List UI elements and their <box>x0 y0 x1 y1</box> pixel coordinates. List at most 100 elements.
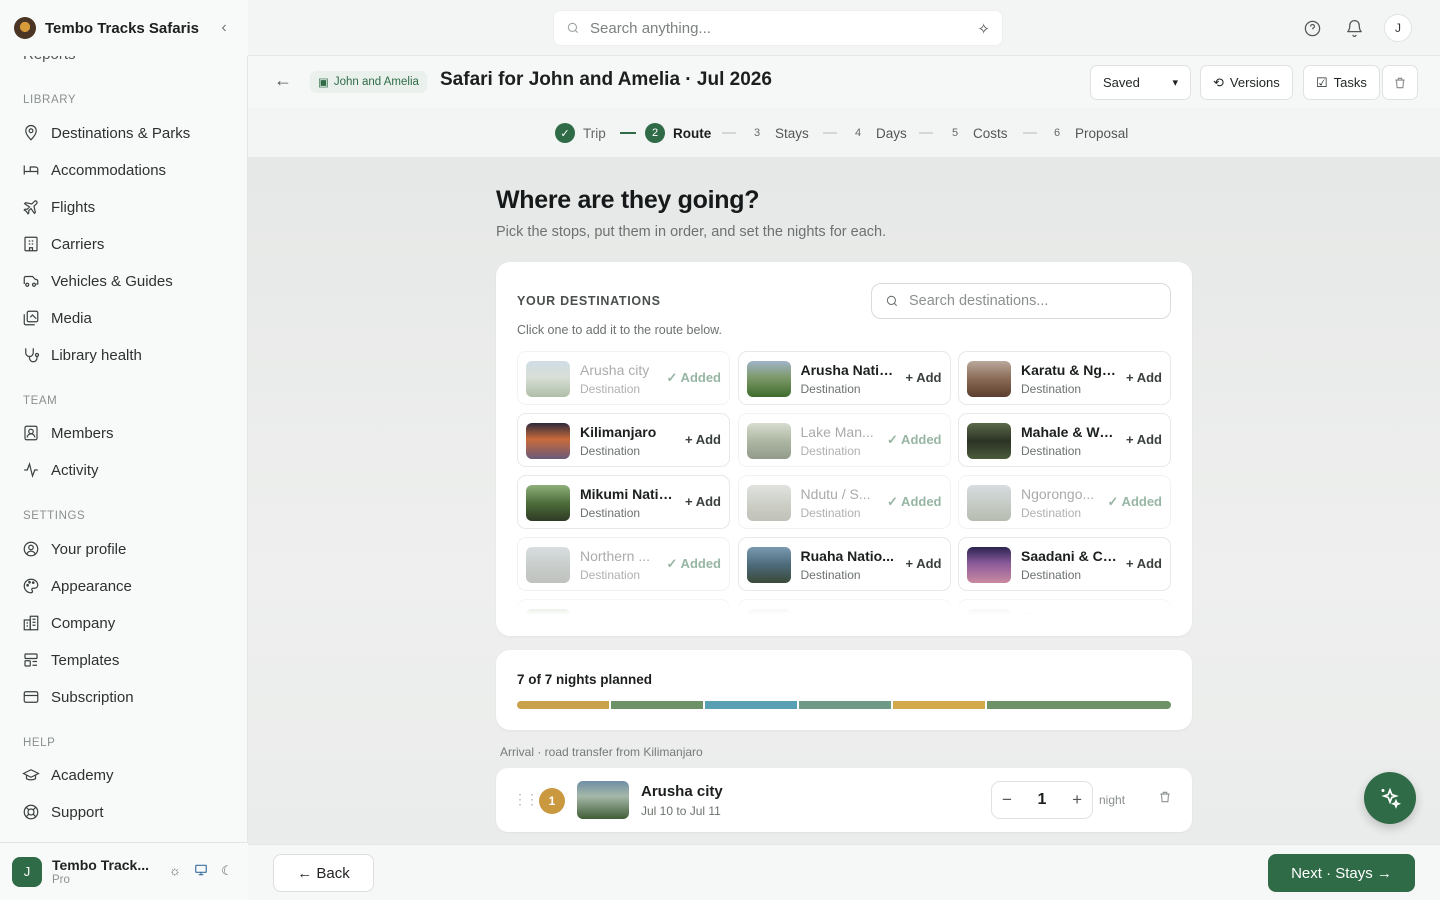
destination-name: Lake Man... <box>800 424 874 440</box>
sidebar-item-media[interactable]: Media <box>22 303 232 333</box>
bed-icon <box>23 165 39 175</box>
search-icon <box>886 295 898 307</box>
destination-tile[interactable]: Ruaha Natio... Destination + Add <box>737 537 951 591</box>
client-name: John and Amelia <box>333 76 419 88</box>
sidebar-item-profile[interactable]: Your profile <box>22 534 232 564</box>
nights-value[interactable]: 1 <box>1038 791 1047 809</box>
destination-thumbnail <box>526 485 570 521</box>
sidebar-item-templates[interactable]: Templates <box>22 645 232 675</box>
add-destination-button[interactable]: + Add <box>685 494 721 509</box>
ai-sparkle-icon[interactable]: ✧ <box>977 20 990 38</box>
bell-icon[interactable] <box>1342 16 1366 40</box>
step-connector <box>722 132 736 134</box>
sidebar-item-members[interactable]: Members <box>22 418 232 448</box>
sidebar-item-support[interactable]: Support <box>22 797 232 827</box>
ai-assistant-button[interactable] <box>1364 772 1416 824</box>
avatar[interactable]: J <box>1384 14 1412 42</box>
destination-thumbnail <box>967 361 1011 397</box>
step-label: Costs <box>973 125 1008 141</box>
nights-segment <box>705 701 797 709</box>
sidebar-nav[interactable]: Reports LIBRARY Destinations & Parks Acc… <box>0 38 248 844</box>
sidebar-item-appearance[interactable]: Appearance <box>22 571 232 601</box>
add-destination-button[interactable]: + Add <box>906 370 942 385</box>
destination-type: Destination <box>1021 444 1082 458</box>
destination-tile[interactable]: Karatu & Ngo... Destination + Add <box>958 351 1171 405</box>
back-arrow-icon[interactable]: ← <box>274 70 292 91</box>
sidebar-item-academy[interactable]: Academy <box>22 760 232 790</box>
step-proposal[interactable]: 6 Proposal <box>1047 122 1128 144</box>
destination-search-input[interactable] <box>909 293 1149 309</box>
step-number: 3 <box>753 127 761 139</box>
destination-tile[interactable]: Lake Man... Destination ✓ Added <box>737 413 951 467</box>
destination-tile[interactable]: Northern ... Destination ✓ Added <box>517 537 730 591</box>
next-button[interactable]: Next · Stays → <box>1268 854 1415 892</box>
destination-tile[interactable]: Arusha city Destination ✓ Added <box>517 351 730 405</box>
add-destination-button[interactable]: + Add <box>1126 370 1162 385</box>
route-stop[interactable]: ⋮⋮ 1 Arusha city Jul 10 to Jul 11 − 1 + … <box>496 768 1192 832</box>
destination-tile[interactable]: Kilimanjaro Destination + Add <box>517 413 730 467</box>
user-menu[interactable]: J Tembo Track... Pro ☼ ☾ <box>0 842 248 900</box>
destination-name: Ndutu / S... <box>800 486 871 502</box>
plus-icon[interactable]: + <box>1072 790 1082 810</box>
trash-icon[interactable] <box>1158 790 1172 809</box>
step-costs[interactable]: 5 Costs <box>945 122 1008 144</box>
stethoscope-icon <box>25 348 40 363</box>
minus-icon[interactable]: − <box>1002 790 1012 810</box>
sidebar-item-flights[interactable]: Flights <box>22 192 232 222</box>
nights-stepper[interactable]: − 1 + <box>991 781 1093 819</box>
destination-tile[interactable]: Ndutu / S... Destination ✓ Added <box>737 475 951 529</box>
destination-tile[interactable]: Mikumi Natio... Destination + Add <box>517 475 730 529</box>
monitor-icon[interactable] <box>192 863 210 880</box>
trash-icon <box>1395 77 1405 88</box>
destination-tile[interactable]: Mahale & We... Destination + Add <box>958 413 1171 467</box>
help-icon[interactable] <box>1300 16 1324 40</box>
avatar: J <box>12 856 42 887</box>
global-search[interactable]: ✧ <box>553 10 1003 46</box>
add-destination-button[interactable]: + Add <box>1126 432 1162 447</box>
step-stays[interactable]: 3 Stays <box>747 122 809 144</box>
destination-tile[interactable]: Arusha Natio... Destination + Add <box>737 351 951 405</box>
sidebar-item-company[interactable]: Company <box>22 608 232 638</box>
step-label: Route <box>673 125 712 141</box>
sun-icon[interactable]: ☼ <box>166 863 184 880</box>
main-content[interactable]: Where are they going? Pick the stops, pu… <box>248 158 1440 844</box>
sidebar-item-activity[interactable]: Activity <box>22 455 232 485</box>
destination-name: Saadani & Co... <box>1021 548 1117 564</box>
plane-icon <box>23 200 38 215</box>
moon-icon[interactable]: ☾ <box>218 863 236 880</box>
destination-tile[interactable]: Saadani & Co... Destination + Add <box>958 537 1171 591</box>
sidebar-item-subscription[interactable]: Subscription <box>22 682 232 712</box>
step-route[interactable]: 2 Route <box>645 122 711 144</box>
drag-handle-icon[interactable]: ⋮⋮ <box>513 791 539 808</box>
page-title: Safari for John and Amelia · Jul 2026 <box>440 69 772 90</box>
destination-grid[interactable]: Arusha city Destination ✓ Added Arusha Nati… <box>517 351 1171 615</box>
sidebar-item-destinations[interactable]: Destinations & Parks <box>22 118 232 148</box>
sidebar-item-carriers[interactable]: Carriers <box>22 229 232 259</box>
destination-thumbnail <box>526 423 570 459</box>
sidebar-item-library-health[interactable]: Library health <box>22 340 232 370</box>
sidebar-item-label: Accommodations <box>51 161 167 179</box>
status-select[interactable]: Saved ▾ <box>1090 65 1191 100</box>
collapse-sidebar-icon[interactable]: ‹ <box>214 19 234 37</box>
client-chip[interactable]: ▣ John and Amelia <box>310 71 427 93</box>
nights-planned: 7 of 7 nights planned <box>517 672 653 687</box>
add-destination-button[interactable]: + Add <box>906 556 942 571</box>
destination-tile[interactable]: Ngorongo... Destination ✓ Added <box>958 475 1171 529</box>
user-name: Tembo Track... <box>52 857 149 873</box>
added-indicator: ✓ Added <box>887 432 942 447</box>
add-destination-button[interactable]: + Add <box>685 432 721 447</box>
search-input[interactable] <box>590 19 960 37</box>
tasks-button[interactable]: ☑ Tasks <box>1303 65 1380 100</box>
add-destination-button[interactable]: + Add <box>1126 556 1162 571</box>
versions-button[interactable]: ⟲ Versions <box>1200 65 1293 100</box>
delete-trip-button[interactable] <box>1382 65 1418 100</box>
client-icon: ▣ <box>318 77 329 89</box>
destinations-title: YOUR DESTINATIONS <box>517 294 661 308</box>
sidebar-item-accommodations[interactable]: Accommodations <box>22 155 232 185</box>
destination-thumbnail <box>746 361 791 397</box>
back-button[interactable]: ← Back <box>273 854 374 892</box>
step-days[interactable]: 4 Days <box>848 122 907 144</box>
destination-search[interactable] <box>871 283 1171 319</box>
step-trip[interactable]: ✓ Trip <box>555 122 606 144</box>
sidebar-item-vehicles[interactable]: Vehicles & Guides <box>22 266 232 296</box>
